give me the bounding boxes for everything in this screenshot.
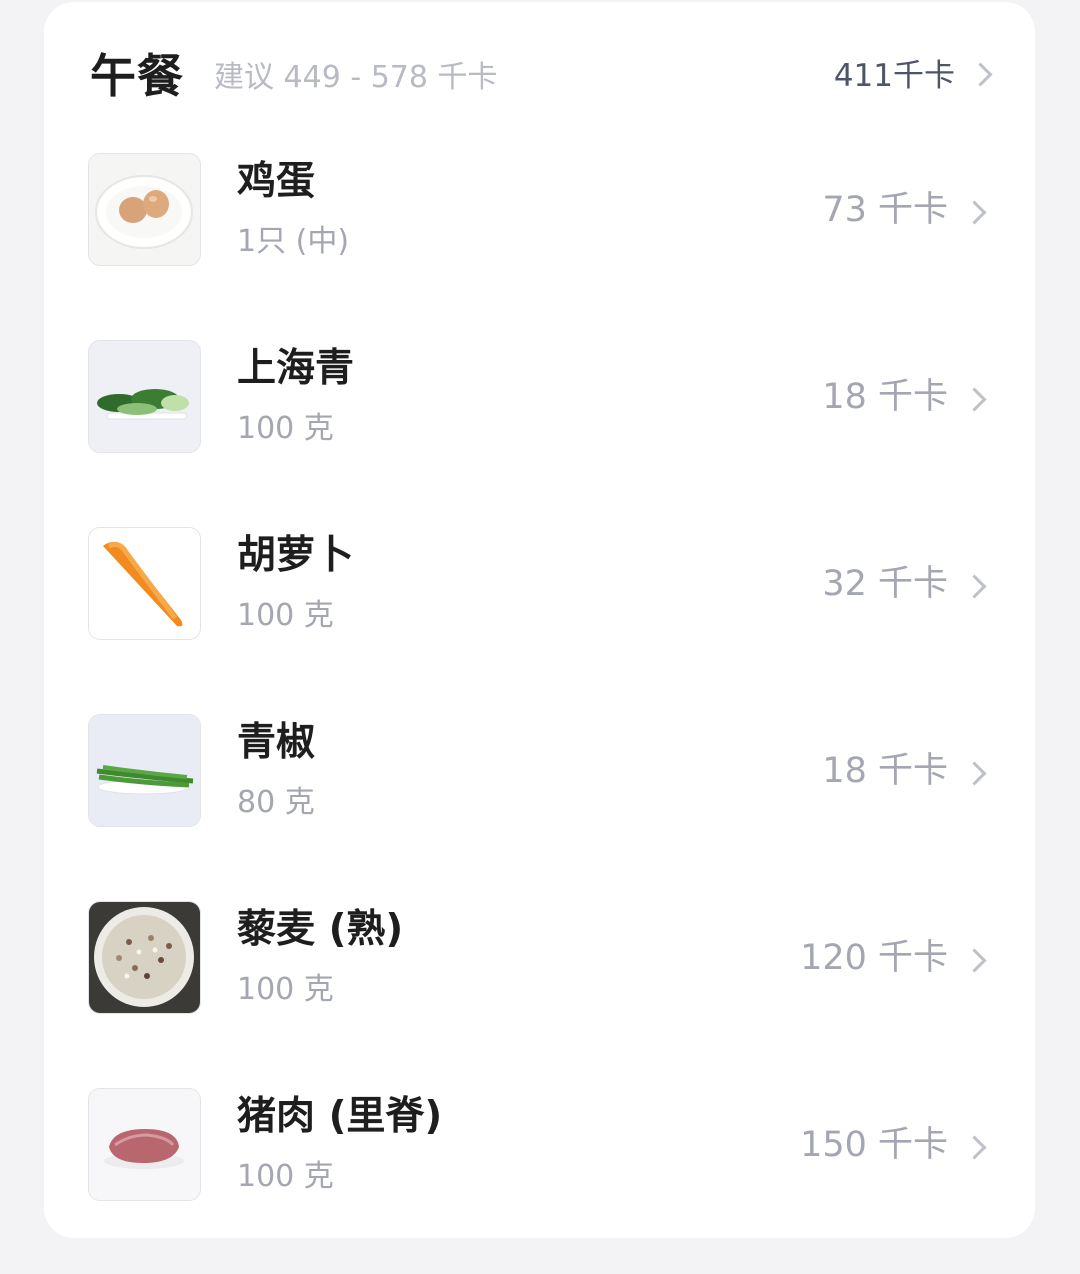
food-quantity: 100 克	[237, 972, 334, 1007]
food-item-green-pepper[interactable]: 青椒 80 克 18 千卡	[88, 713, 993, 900]
chevron-right-icon	[962, 574, 987, 599]
food-list: 鸡蛋 1只 (中) 73 千卡 上海青 100 克 18 千卡 胡萝卜 100 …	[88, 152, 993, 1274]
food-calories: 18 千卡	[822, 751, 948, 791]
chevron-right-icon	[962, 948, 987, 973]
food-calories: 120 千卡	[800, 938, 948, 978]
quinoa-image	[88, 901, 201, 1014]
carrot-image	[88, 527, 201, 640]
meal-card: 午餐 建议 449 - 578 千卡 411千卡 鸡蛋 1只 (中) 73 千卡	[44, 2, 1035, 1238]
food-quantity: 100 克	[237, 598, 334, 633]
food-name: 猪肉 (里脊)	[237, 1094, 443, 1139]
food-quantity: 80 克	[237, 785, 315, 820]
food-name: 青椒	[237, 720, 316, 765]
pork-loin-image	[88, 1088, 201, 1201]
food-item-bok-choy[interactable]: 上海青 100 克 18 千卡	[88, 339, 993, 526]
food-name: 上海青	[237, 346, 355, 391]
food-item-quinoa[interactable]: 藜麦 (熟) 100 克 120 千卡	[88, 900, 993, 1087]
food-name: 鸡蛋	[237, 159, 316, 204]
green-pepper-image	[88, 714, 201, 827]
food-item-egg[interactable]: 鸡蛋 1只 (中) 73 千卡	[88, 152, 993, 339]
food-calories: 73 千卡	[822, 190, 948, 230]
bok-choy-image	[88, 340, 201, 453]
chevron-right-icon	[962, 200, 987, 225]
food-quantity: 100 克	[237, 1159, 334, 1194]
food-quantity: 100 克	[237, 411, 334, 446]
food-quantity: 1只 (中)	[237, 224, 350, 259]
food-item-pork-loin[interactable]: 猪肉 (里脊) 100 克 150 千卡	[88, 1087, 993, 1274]
food-item-carrot[interactable]: 胡萝卜 100 克 32 千卡	[88, 526, 993, 713]
meal-total-calories: 411千卡	[833, 58, 955, 94]
egg-image	[88, 153, 201, 266]
food-calories: 32 千卡	[822, 564, 948, 604]
food-name: 胡萝卜	[237, 533, 355, 578]
chevron-right-icon	[962, 387, 987, 412]
chevron-right-icon	[968, 62, 993, 87]
meal-header[interactable]: 午餐 建议 449 - 578 千卡 411千卡	[90, 42, 995, 112]
chevron-right-icon	[962, 761, 987, 786]
food-calories: 18 千卡	[822, 377, 948, 417]
calorie-suggestion: 建议 449 - 578 千卡	[214, 60, 498, 95]
meal-title: 午餐	[90, 49, 184, 103]
food-calories: 150 千卡	[800, 1125, 948, 1165]
food-name: 藜麦 (熟)	[237, 907, 404, 952]
chevron-right-icon	[962, 1135, 987, 1160]
